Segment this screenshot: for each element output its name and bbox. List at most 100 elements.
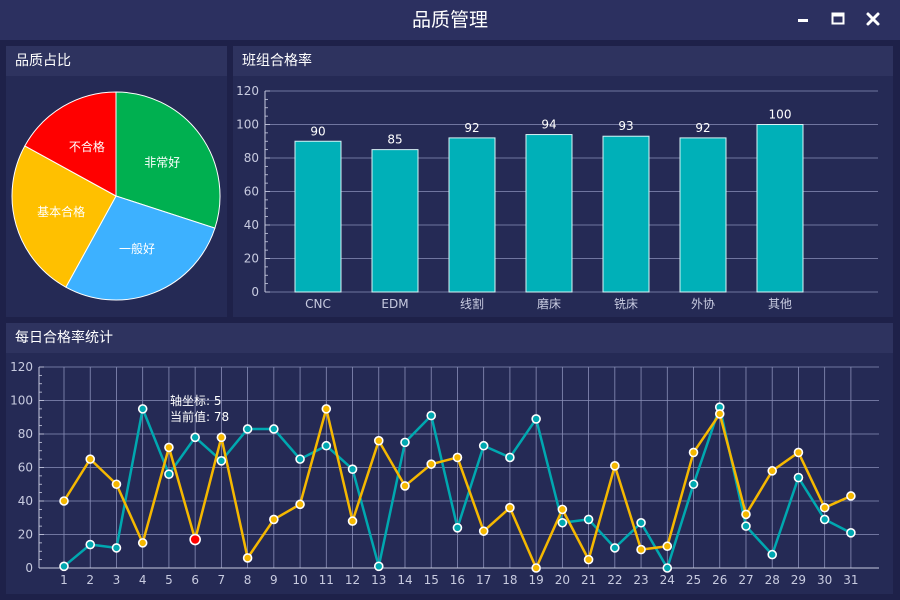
line-point xyxy=(583,514,594,525)
line-point xyxy=(662,541,673,552)
line-point xyxy=(85,454,96,464)
line-point xyxy=(688,447,699,458)
pie-chart: 非常好一般好 基本合格 不合格 xyxy=(11,91,221,301)
panel-title: 品质占比 xyxy=(15,53,71,69)
line-point xyxy=(400,481,410,491)
line-y-tick-label: 0 xyxy=(25,561,33,575)
line-point xyxy=(819,514,830,525)
line-point xyxy=(137,538,148,548)
line-y-tick-label: 20 xyxy=(18,528,33,542)
line-point xyxy=(242,553,253,563)
line-point xyxy=(714,409,725,419)
bar xyxy=(602,135,650,293)
line-point xyxy=(85,539,96,550)
line-x-tick-label: 14 xyxy=(397,573,412,587)
line-x-tick-label: 18 xyxy=(502,573,517,587)
line-point xyxy=(793,447,804,458)
bar-y-tick-label: 100 xyxy=(236,118,259,132)
bar xyxy=(294,140,342,293)
line-point xyxy=(111,543,122,553)
line-point xyxy=(531,563,541,573)
bar-category-label: 其他 xyxy=(768,297,792,311)
pie-slice-label: 基本合格 xyxy=(37,204,85,219)
line-y-tick-label: 120 xyxy=(10,360,33,374)
minimize-button[interactable] xyxy=(792,8,814,30)
line-point xyxy=(321,404,332,414)
bar-y-tick-label: 0 xyxy=(251,285,259,299)
line-point xyxy=(557,504,568,515)
line-point xyxy=(557,517,568,528)
line-chart[interactable]: 0204060801001201 2 3 4 5 6 7 8 9 10 11 12 13 14 15 16 17… xyxy=(6,353,893,594)
line-x-tick-label: 5 xyxy=(165,573,173,587)
line-point xyxy=(767,549,778,560)
maximize-icon xyxy=(831,12,845,25)
line-point xyxy=(426,410,437,421)
title-bar: 品质管理 xyxy=(0,0,900,40)
line-x-tick-label: 27 xyxy=(738,573,753,587)
line-point xyxy=(583,554,594,565)
pie-slice-label: 不合格 xyxy=(69,139,105,154)
bar-value-label: 92 xyxy=(464,121,479,135)
line-point xyxy=(137,404,148,414)
line-point xyxy=(610,461,620,471)
bar-category-label: EDM xyxy=(381,297,408,311)
line-point xyxy=(505,502,515,513)
bar xyxy=(756,124,804,293)
line-point xyxy=(400,437,410,448)
line-point xyxy=(216,456,227,466)
line-x-tick-label: 7 xyxy=(218,573,226,587)
line-point xyxy=(295,499,305,510)
line-x-tick-label: 15 xyxy=(424,573,439,587)
line-point xyxy=(610,543,620,553)
close-icon xyxy=(866,12,880,26)
line-x-tick-label: 2 xyxy=(86,573,94,587)
line-point xyxy=(452,452,463,463)
bar-chart: 0 20 40 60 80 100 120 90 CNC 85 EDM 92 线割 94 磨床 93 铣床 92 外… xyxy=(236,84,878,311)
line-x-tick-label: 8 xyxy=(244,573,252,587)
bar-value-label: 93 xyxy=(618,119,633,133)
line-x-tick-label: 25 xyxy=(686,573,701,587)
line-point-highlighted xyxy=(189,533,201,546)
line-x-tick-label: 6 xyxy=(191,573,199,587)
line-point xyxy=(190,432,200,443)
panel-header: 每日合格率统计 xyxy=(6,323,893,353)
bar-value-label: 85 xyxy=(387,133,402,147)
team-pass-rate-panel: 班组合格率 0 20 40 60 80 100 120 90 CNC 85 EDM 92 线割 94 磨床 9… xyxy=(233,46,893,317)
line-x-tick-label: 28 xyxy=(765,573,780,587)
line-x-tick-label: 21 xyxy=(581,573,596,587)
line-x-tick-label: 11 xyxy=(319,573,334,587)
tooltip-axis-label: 轴坐标: 5 xyxy=(170,393,222,408)
quality-share-panel: 品质占比 非常好 一般好 基本合格 不合格 xyxy=(6,46,227,317)
bar xyxy=(371,149,419,293)
window-title: 品质管理 xyxy=(411,9,488,31)
line-point xyxy=(59,496,69,506)
line-point xyxy=(505,452,515,463)
minimize-icon xyxy=(798,19,808,22)
close-button[interactable] xyxy=(862,8,884,30)
line-point xyxy=(741,521,751,531)
line-point xyxy=(373,435,384,446)
bar-category-label: 外协 xyxy=(691,296,715,311)
line-point xyxy=(478,440,489,451)
line-point xyxy=(819,502,830,513)
line-x-tick-label: 17 xyxy=(476,573,491,587)
line-point xyxy=(321,440,332,451)
bar-y-tick-label: 20 xyxy=(244,252,259,266)
panel-header: 班组合格率 xyxy=(233,46,893,76)
bar-y-tick-label: 60 xyxy=(244,185,259,199)
line-x-tick-label: 1 xyxy=(60,573,68,587)
line-x-tick-label: 30 xyxy=(817,573,832,587)
line-x-tick-label: 3 xyxy=(113,573,121,587)
line-x-tick-label: 10 xyxy=(292,573,307,587)
bar-category-label: 线割 xyxy=(460,296,484,311)
tooltip-value-label: 当前值: 78 xyxy=(170,409,229,424)
line-point xyxy=(741,509,751,520)
line-point xyxy=(216,432,227,443)
bar xyxy=(448,137,496,293)
line-point xyxy=(636,544,646,555)
bar-value-label: 100 xyxy=(769,108,792,122)
panel-title: 班组合格率 xyxy=(242,53,312,69)
maximize-button[interactable] xyxy=(827,8,849,30)
line-point xyxy=(688,479,699,490)
bar-category-label: 铣床 xyxy=(614,297,638,311)
